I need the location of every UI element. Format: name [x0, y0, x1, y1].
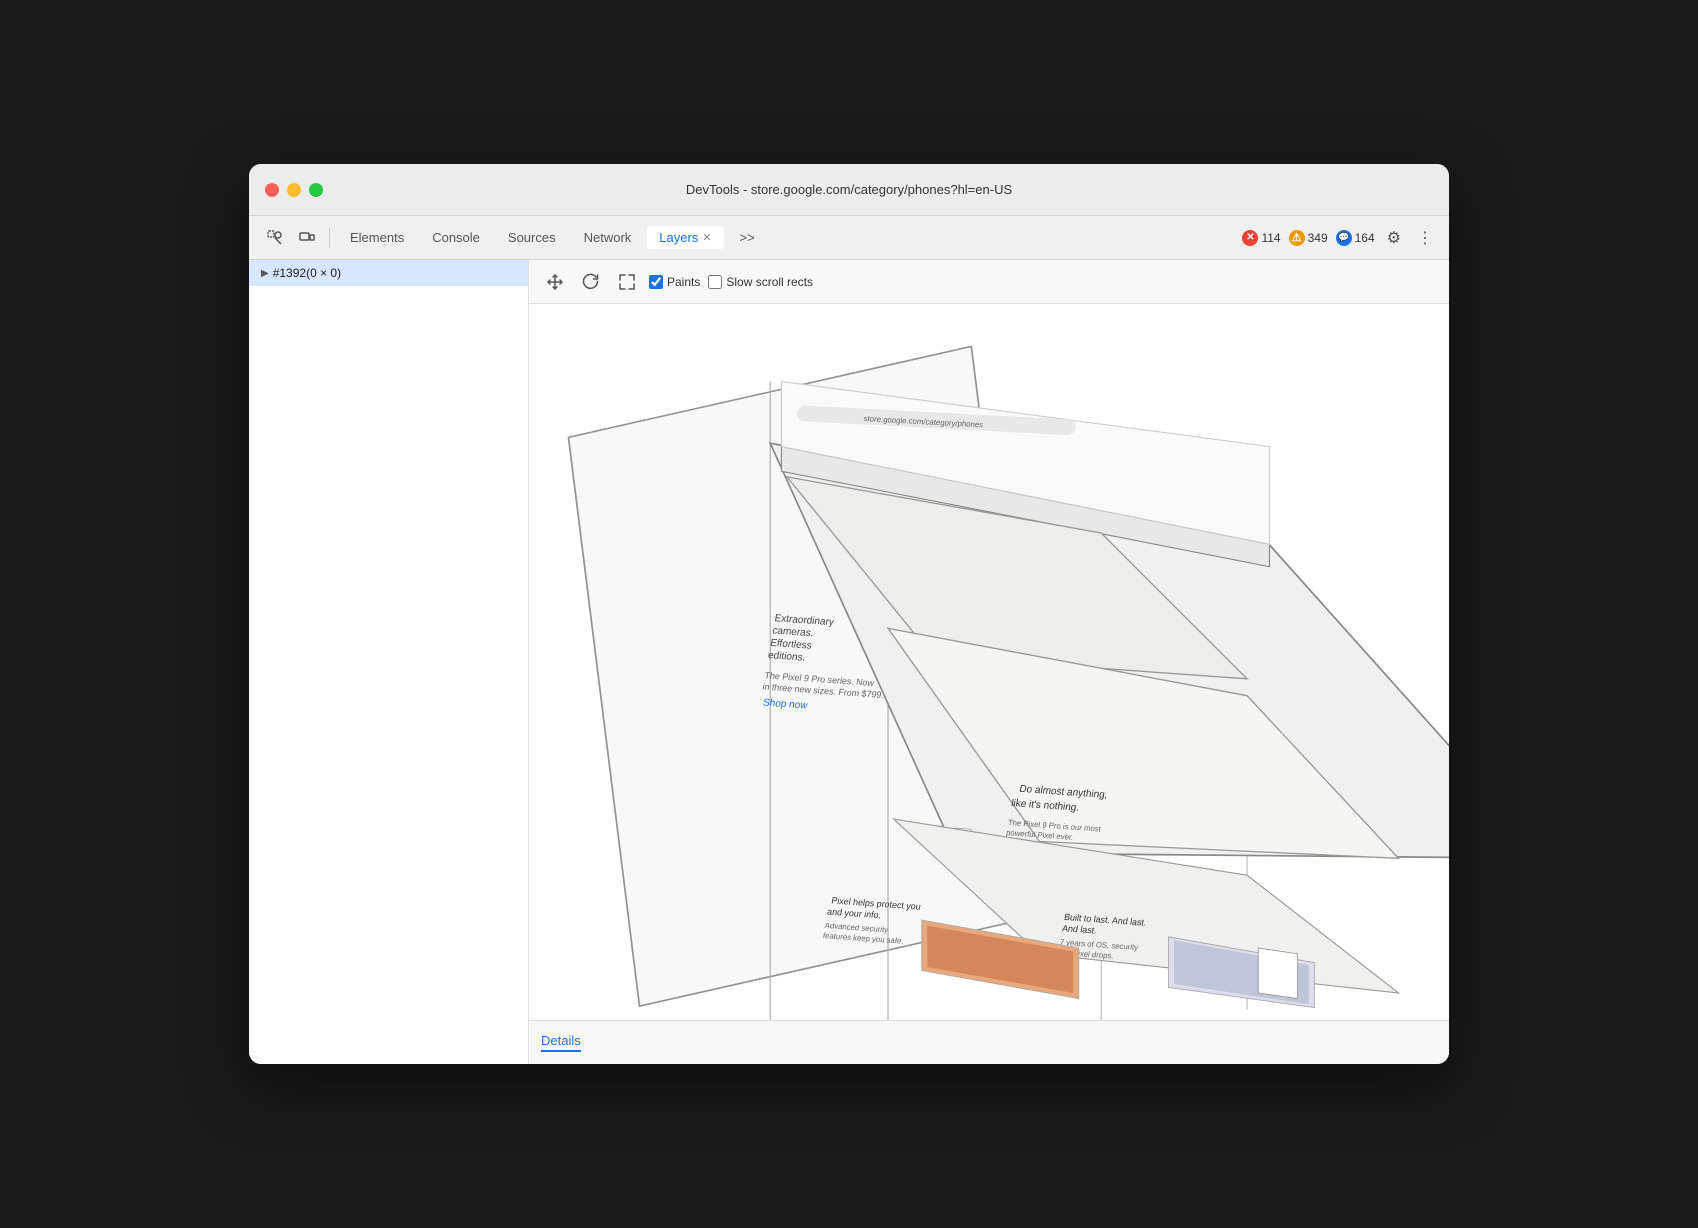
- device-toggle-icon[interactable]: [293, 224, 321, 252]
- layers-3d-view[interactable]: Extraordinary cameras. Effortless editio…: [529, 304, 1449, 1020]
- error-badge[interactable]: ✕ 114: [1242, 230, 1280, 246]
- tab-layers-close[interactable]: ✕: [702, 231, 711, 244]
- slow-scroll-rects-checkbox[interactable]: [708, 275, 722, 289]
- slow-scroll-rects-checkbox-label[interactable]: Slow scroll rects: [708, 275, 813, 289]
- fit-tool-icon[interactable]: [613, 268, 641, 296]
- tab-elements[interactable]: Elements: [338, 226, 416, 249]
- details-bar: Details: [529, 1020, 1449, 1064]
- inspector-icon[interactable]: [261, 224, 289, 252]
- layers-panel: Paints Slow scroll rects: [529, 260, 1449, 1064]
- main-content: ▶ #1392(0 × 0): [249, 260, 1449, 1064]
- minimize-button[interactable]: [287, 183, 301, 197]
- info-icon: 💬: [1336, 230, 1352, 246]
- window-title: DevTools - store.google.com/category/pho…: [686, 182, 1012, 197]
- rotate-tool-icon[interactable]: [577, 268, 605, 296]
- error-icon: ✕: [1242, 230, 1258, 246]
- warning-badge[interactable]: ⚠ 349: [1289, 230, 1328, 246]
- sidebar-item-layer[interactable]: ▶ #1392(0 × 0): [249, 260, 528, 286]
- details-tab[interactable]: Details: [541, 1033, 581, 1052]
- window-controls: [265, 183, 323, 197]
- layers-viewport[interactable]: Extraordinary cameras. Effortless editio…: [529, 304, 1449, 1020]
- close-button[interactable]: [265, 183, 279, 197]
- devtools-toolbar: Elements Console Sources Network Layers …: [249, 216, 1449, 260]
- toolbar-separator: [329, 228, 330, 248]
- tab-layers[interactable]: Layers ✕: [647, 226, 723, 249]
- arrow-icon: ▶: [261, 268, 269, 279]
- more-options-icon[interactable]: ⋮: [1413, 224, 1437, 252]
- tab-network[interactable]: Network: [572, 226, 644, 249]
- layers-panel-toolbar: Paints Slow scroll rects: [529, 260, 1449, 304]
- paints-checkbox-label[interactable]: Paints: [649, 275, 700, 289]
- info-badge[interactable]: 💬 164: [1336, 230, 1375, 246]
- toolbar-badges: ✕ 114 ⚠ 349 💬 164 ⚙ ⋮: [1242, 224, 1437, 252]
- tab-more[interactable]: >>: [728, 226, 767, 249]
- move-tool-icon[interactable]: [541, 268, 569, 296]
- tab-console[interactable]: Console: [420, 226, 492, 249]
- warning-icon: ⚠: [1289, 230, 1305, 246]
- paints-checkbox[interactable]: [649, 275, 663, 289]
- layers-sidebar: ▶ #1392(0 × 0): [249, 260, 529, 1064]
- title-bar: DevTools - store.google.com/category/pho…: [249, 164, 1449, 216]
- settings-icon[interactable]: ⚙: [1383, 224, 1405, 252]
- maximize-button[interactable]: [309, 183, 323, 197]
- devtools-window: DevTools - store.google.com/category/pho…: [249, 164, 1449, 1064]
- tab-sources[interactable]: Sources: [496, 226, 568, 249]
